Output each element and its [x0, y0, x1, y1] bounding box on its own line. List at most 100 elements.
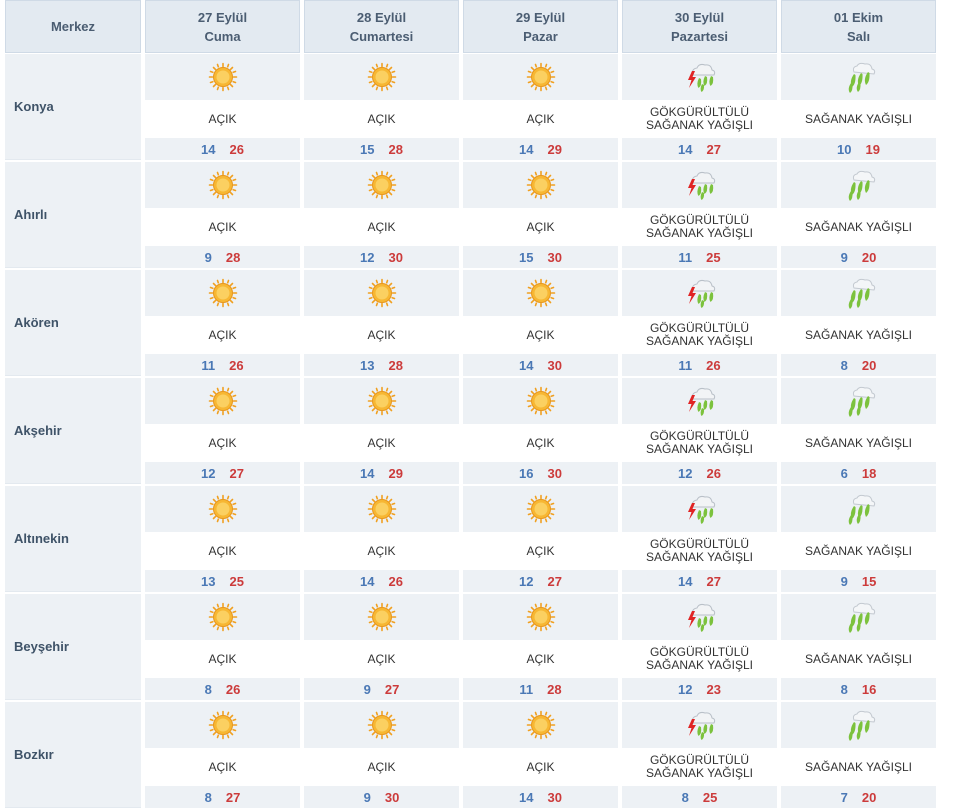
sun-icon [463, 594, 618, 640]
thunder-shower-icon [622, 594, 777, 640]
sun-icon [145, 162, 300, 208]
condition-text: AÇIK [304, 208, 459, 246]
min-temp: 8 [840, 681, 848, 697]
sun-icon [304, 54, 459, 100]
max-temp: 18 [861, 465, 877, 481]
forecast-cell: AÇIK 15 30 [463, 162, 618, 268]
city-name[interactable]: Ahırlı [5, 162, 141, 268]
min-temp: 14 [678, 573, 693, 589]
condition-text: GÖKGÜRÜLTÜLÜ SAĞANAK YAĞIŞLI [622, 640, 777, 678]
condition-line2: SAĞANAK YAĞIŞLI [646, 226, 753, 240]
forecast-cell: AÇIK 13 25 [145, 486, 300, 592]
temperature-range: 11 25 [622, 246, 777, 268]
min-temp: 11 [678, 357, 693, 373]
condition-line1: AÇIK [208, 759, 237, 774]
condition-line1: AÇIK [367, 435, 396, 450]
condition-line1: AÇIK [208, 327, 237, 342]
sun-icon [304, 702, 459, 748]
condition-text: GÖKGÜRÜLTÜLÜ SAĞANAK YAĞIŞLI [622, 424, 777, 462]
temperature-range: 12 26 [622, 462, 777, 484]
min-temp: 14 [519, 357, 534, 373]
max-temp: 25 [702, 789, 718, 805]
forecast-cell: GÖKGÜRÜLTÜLÜ SAĞANAK YAĞIŞLI 8 25 [622, 702, 777, 808]
header-date: 01 Ekim [833, 9, 884, 25]
temperature-range: 12 30 [304, 246, 459, 268]
min-temp: 11 [519, 681, 534, 697]
max-temp: 26 [229, 141, 244, 157]
min-temp: 16 [519, 465, 534, 481]
max-temp: 30 [547, 789, 562, 805]
max-temp: 27 [225, 789, 241, 805]
city-name[interactable]: Bozkır [5, 702, 141, 808]
max-temp: 28 [388, 141, 403, 157]
city-name[interactable]: Beyşehir [5, 594, 141, 700]
condition-text: AÇIK [145, 316, 300, 354]
max-temp: 30 [547, 249, 562, 265]
min-temp: 8 [840, 357, 848, 373]
forecast-cell: SAĞANAK YAĞIŞLI 8 16 [781, 594, 936, 700]
temperature-range: 7 20 [781, 786, 936, 808]
max-temp: 25 [706, 249, 721, 265]
header-weekday: Pazartesi [670, 28, 729, 44]
city-name[interactable]: Altınekin [5, 486, 141, 592]
min-temp: 8 [204, 789, 212, 805]
condition-text: AÇIK [145, 100, 300, 138]
condition-line1: AÇIK [526, 435, 555, 450]
temperature-range: 9 28 [145, 246, 300, 268]
condition-text: AÇIK [463, 100, 618, 138]
min-temp: 9 [840, 249, 848, 265]
min-temp: 7 [840, 789, 848, 805]
condition-text: AÇIK [145, 424, 300, 462]
min-temp: 12 [360, 249, 375, 265]
temperature-range: 9 27 [304, 678, 459, 700]
city-name[interactable]: Akşehir [5, 378, 141, 484]
condition-line1: SAĞANAK YAĞIŞLI [805, 759, 912, 774]
forecast-cell: AÇIK 11 26 [145, 270, 300, 376]
forecast-cell: AÇIK 16 30 [463, 378, 618, 484]
condition-text: SAĞANAK YAĞIŞLI [781, 640, 936, 678]
min-temp: 14 [201, 141, 216, 157]
condition-line2: SAĞANAK YAĞIŞLI [646, 442, 753, 456]
condition-line1: AÇIK [367, 759, 396, 774]
thunder-shower-icon [622, 702, 777, 748]
condition-text: SAĞANAK YAĞIŞLI [781, 748, 936, 786]
temperature-range: 14 26 [304, 570, 459, 592]
condition-line1: AÇIK [526, 219, 555, 234]
sun-icon [145, 594, 300, 640]
min-temp: 9 [840, 573, 848, 589]
forecast-cell: AÇIK 14 30 [463, 270, 618, 376]
condition-line2: SAĞANAK YAĞIŞLI [646, 766, 753, 780]
condition-text: AÇIK [463, 316, 618, 354]
condition-text: SAĞANAK YAĞIŞLI [781, 424, 936, 462]
thunder-shower-icon [622, 54, 777, 100]
header-date: 28 Eylül [356, 9, 407, 25]
condition-line2: SAĞANAK YAĞIŞLI [646, 334, 753, 348]
temperature-range: 15 30 [463, 246, 618, 268]
thunder-shower-icon [622, 378, 777, 424]
temperature-range: 11 26 [145, 354, 300, 376]
condition-text: AÇIK [463, 748, 618, 786]
forecast-cell: SAĞANAK YAĞIŞLI 8 20 [781, 270, 936, 376]
forecast-cell: SAĞANAK YAĞIŞLI 9 15 [781, 486, 936, 592]
condition-text: SAĞANAK YAĞIŞLI [781, 100, 936, 138]
max-temp: 20 [861, 249, 877, 265]
min-temp: 14 [360, 465, 375, 481]
min-temp: 14 [678, 141, 693, 157]
thunder-shower-icon [622, 270, 777, 316]
condition-line1: SAĞANAK YAĞIŞLI [805, 651, 912, 666]
header-date: 27 Eylül [197, 9, 248, 25]
temperature-range: 16 30 [463, 462, 618, 484]
city-name[interactable]: Akören [5, 270, 141, 376]
condition-line2: SAĞANAK YAĞIŞLI [646, 658, 753, 672]
forecast-cell: SAĞANAK YAĞIŞLI 7 20 [781, 702, 936, 808]
header-day-2: 29 Eylül Pazar [463, 0, 618, 53]
temperature-range: 12 23 [622, 678, 777, 700]
forecast-cell: GÖKGÜRÜLTÜLÜ SAĞANAK YAĞIŞLI 11 25 [622, 162, 777, 268]
sun-icon [145, 702, 300, 748]
city-name[interactable]: Konya [5, 54, 141, 160]
condition-text: SAĞANAK YAĞIŞLI [781, 532, 936, 570]
temperature-range: 14 27 [622, 138, 777, 160]
condition-line1: AÇIK [526, 651, 555, 666]
min-temp: 11 [201, 357, 216, 373]
sun-icon [463, 702, 618, 748]
